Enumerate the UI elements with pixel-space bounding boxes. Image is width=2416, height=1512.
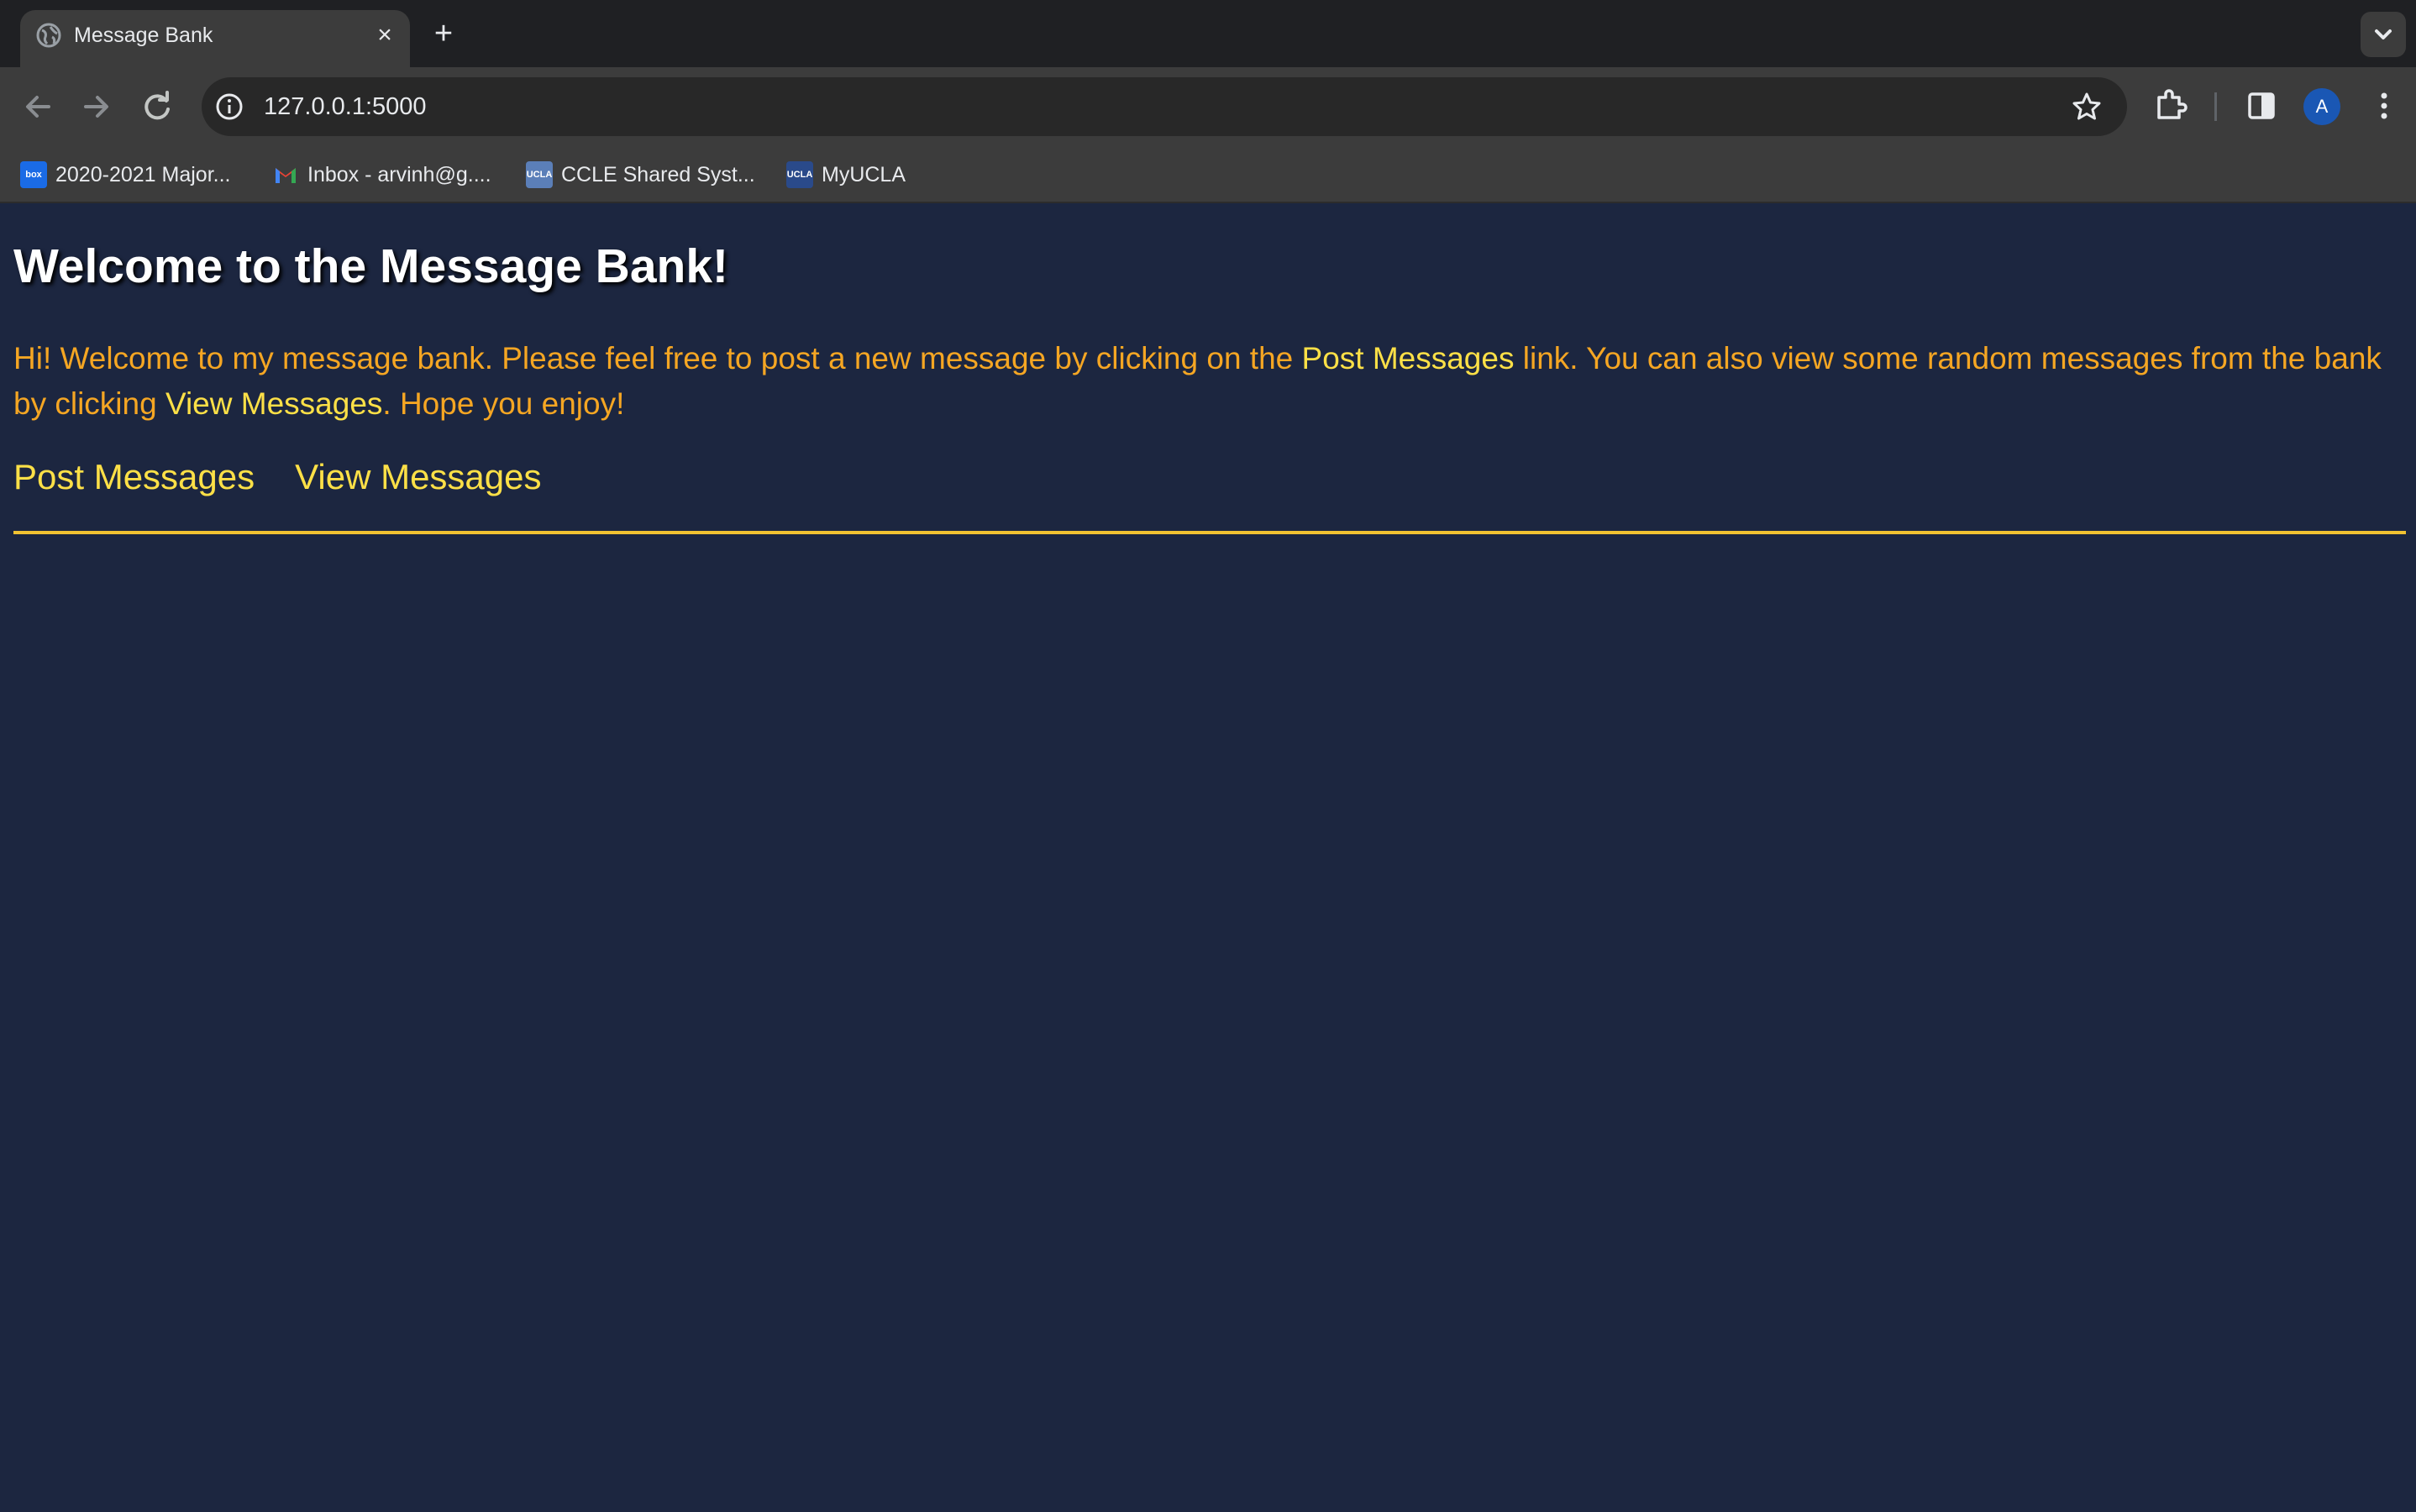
post-messages-link[interactable]: Post Messages [13, 457, 255, 496]
ucla-icon: UCLA [526, 161, 553, 188]
url-text[interactable]: 127.0.0.1:5000 [264, 91, 427, 123]
toolbar-divider [2214, 92, 2217, 121]
chevron-down-icon [2375, 29, 2392, 39]
bookmark-item[interactable]: UCLA MyUCLA [786, 158, 906, 192]
page-title: Welcome to the Message Bank! [13, 239, 729, 293]
tab-search-button[interactable] [2361, 12, 2406, 57]
browser-toolbar: 127.0.0.1:5000 A box 2020-2021 Major... … [0, 67, 2416, 203]
bookmark-label: 2020-2021 Major... [55, 162, 231, 186]
forward-arrow-icon[interactable] [76, 86, 118, 128]
tab-strip: Message Bank × + [0, 0, 2416, 67]
tab-message-bank[interactable]: Message Bank × [20, 10, 410, 67]
intro-view-messages-highlight: View Messages [165, 386, 383, 421]
globe-icon [36, 23, 61, 48]
reload-icon[interactable] [136, 86, 178, 128]
horizontal-rule [13, 531, 2406, 534]
intro-text: Hi! Welcome to my message bank. Please f… [13, 341, 1302, 375]
bookmark-label: Inbox - arvinh@g.... [307, 162, 491, 186]
intro-text: . Hope you enjoy! [382, 386, 625, 421]
page-body: Welcome to the Message Bank! Hi! Welcome… [0, 203, 2416, 1512]
back-arrow-icon[interactable] [17, 86, 59, 128]
bookmark-item[interactable]: box 2020-2021 Major... [20, 158, 230, 192]
bookmark-item[interactable]: Inbox - arvinh@g.... [272, 158, 491, 192]
tab-close-icon[interactable]: × [368, 18, 402, 52]
nav-links: Post Messages View Messages [13, 454, 542, 501]
ucla-icon: UCLA [786, 161, 813, 188]
side-panel-icon[interactable] [2241, 86, 2282, 126]
intro-post-messages-highlight: Post Messages [1301, 341, 1515, 375]
new-tab-button[interactable]: + [425, 17, 462, 54]
intro-paragraph: Hi! Welcome to my message bank. Please f… [13, 336, 2399, 427]
profile-avatar[interactable]: A [2303, 88, 2340, 125]
extensions-puzzle-icon[interactable] [2151, 86, 2191, 126]
bookmark-label: CCLE Shared Syst... [561, 162, 755, 186]
bookmarks-bar: box 2020-2021 Major... Inbox - arvinh@g.… [0, 146, 2416, 200]
view-messages-link[interactable]: View Messages [295, 457, 541, 496]
address-bar[interactable]: 127.0.0.1:5000 [202, 77, 2127, 136]
gmail-icon [276, 168, 296, 183]
info-icon[interactable] [213, 91, 245, 123]
bookmark-label: MyUCLA [822, 162, 906, 186]
bookmark-star-icon[interactable] [2070, 90, 2103, 123]
bookmark-item[interactable]: UCLA CCLE Shared Syst... [526, 158, 755, 192]
box-icon: box [20, 161, 47, 188]
tab-title: Message Bank [74, 24, 213, 47]
kebab-menu-icon[interactable] [2364, 86, 2404, 126]
